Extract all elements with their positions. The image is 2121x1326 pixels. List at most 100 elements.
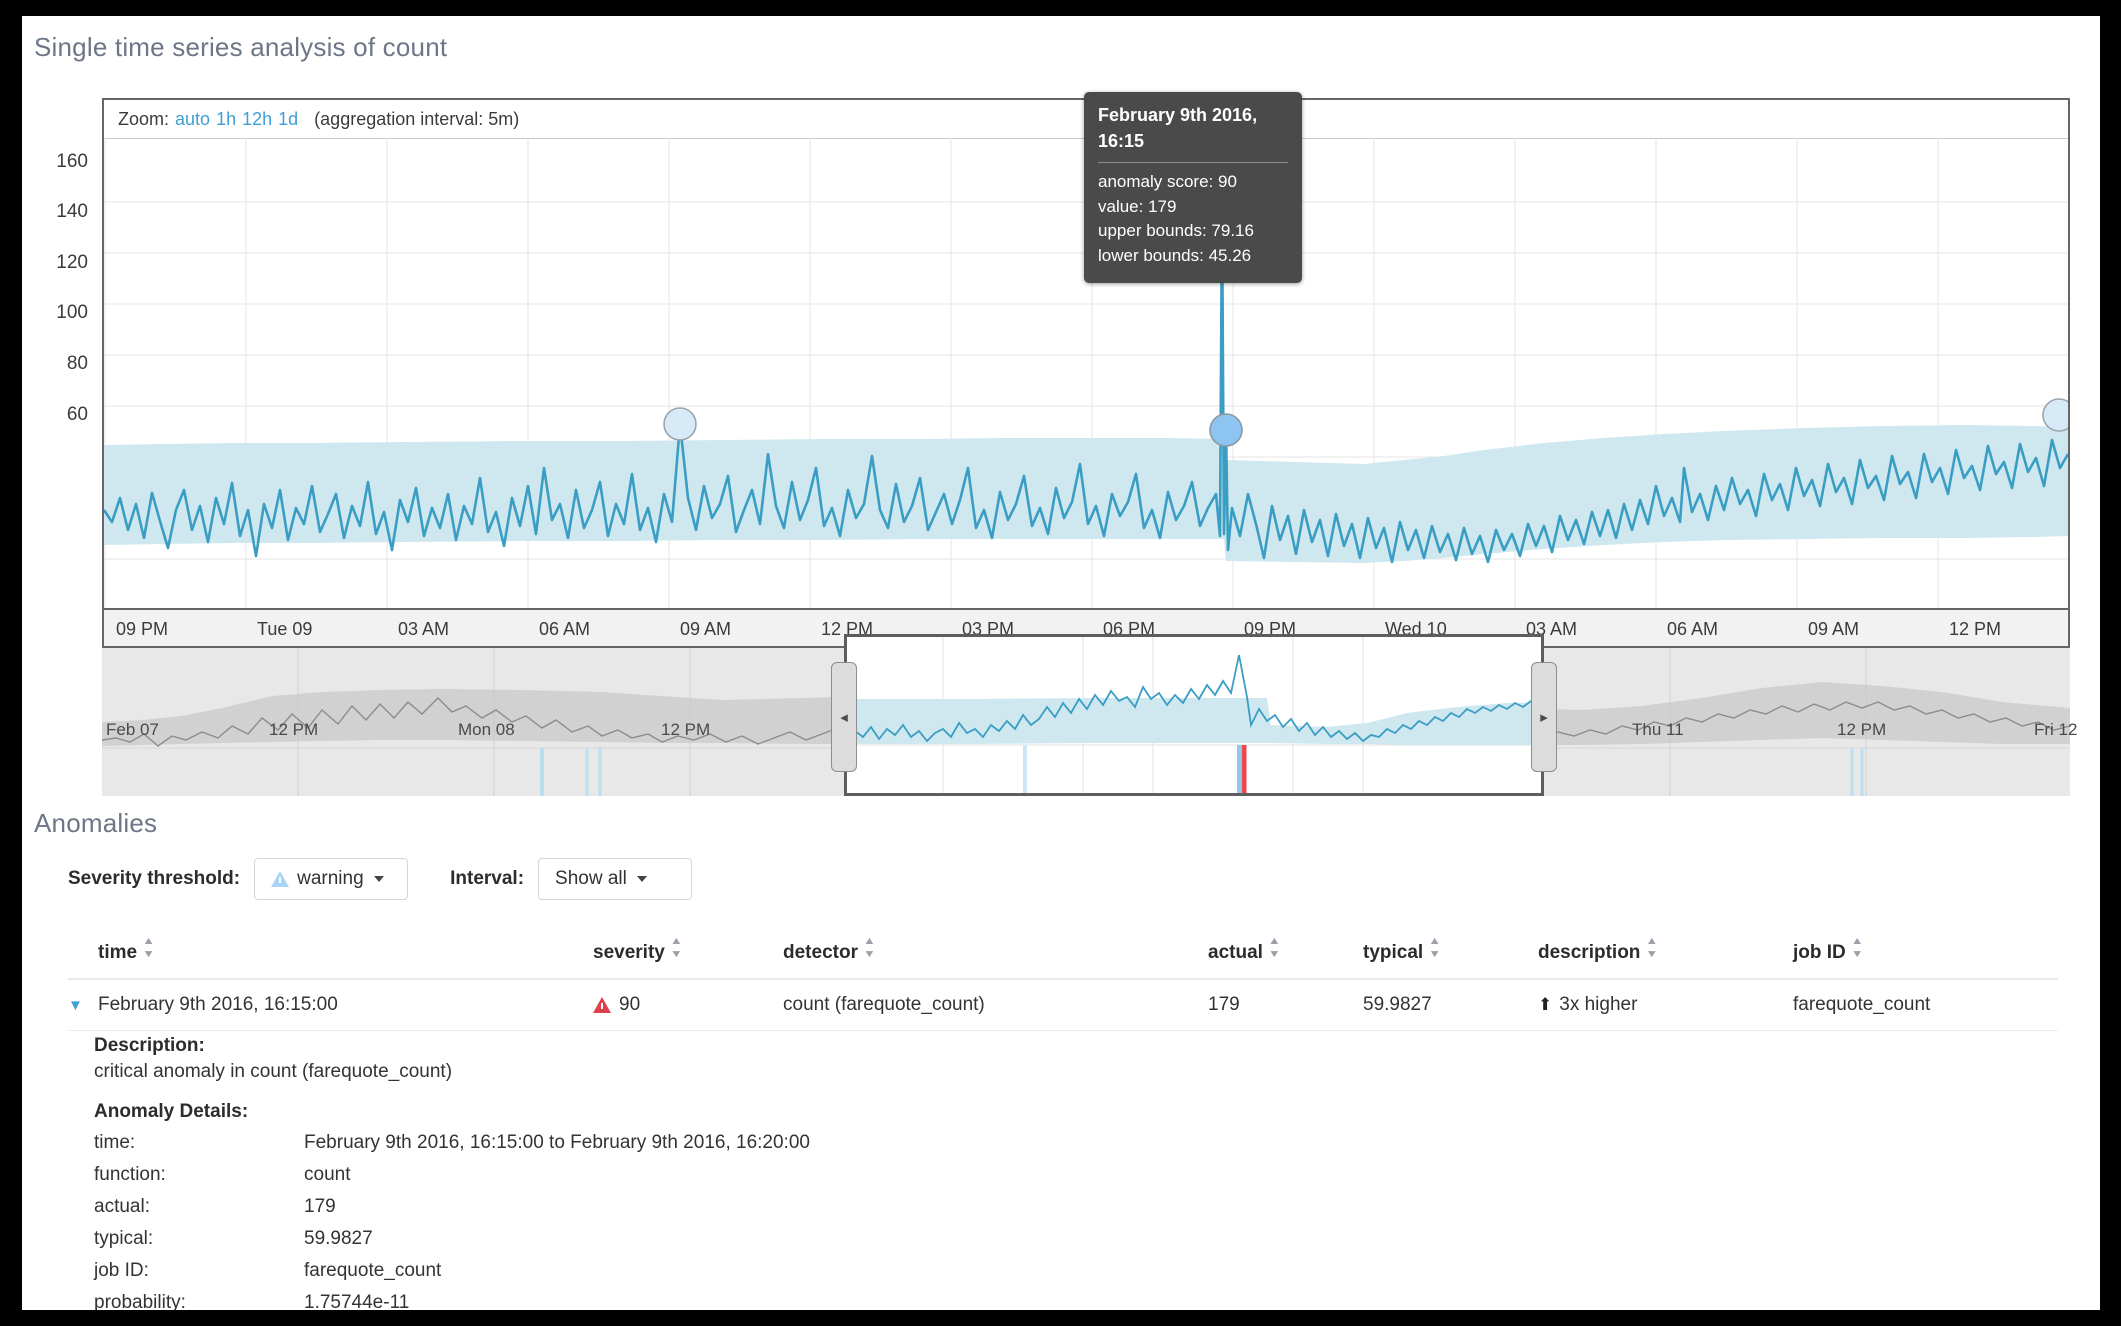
x-tick-12: 09 AM xyxy=(1808,619,1860,639)
sort-icon: ▲ ▼ xyxy=(1267,934,1281,960)
column-header-description[interactable]: description ▲ ▼ xyxy=(1538,928,1793,980)
table-row-detail: Description: critical anomaly in count (… xyxy=(68,1030,2058,1310)
interval-label: Interval: xyxy=(450,868,525,889)
x-tick-13: 12 PM xyxy=(1949,619,2002,639)
ctx-tick-8: Thu 11 xyxy=(1632,720,1684,739)
anomaly-marker-warning-2[interactable] xyxy=(1209,413,1243,447)
ctx-tick-3: 12 PM xyxy=(661,720,711,739)
table-row[interactable]: ▼ February 9th 2016, 16:15:00 90 count (… xyxy=(68,979,2058,1031)
x-tick-11: 06 AM xyxy=(1667,619,1719,639)
severity-threshold-value: warning xyxy=(297,868,364,889)
detail-key-probability: probability: xyxy=(94,1292,186,1310)
column-label-typical: typical xyxy=(1363,942,1424,963)
arrow-up-icon: ⬆ xyxy=(1538,995,1553,1014)
anomaly-marker-warning-3[interactable] xyxy=(2042,398,2068,432)
detail-key-typical: typical: xyxy=(94,1228,154,1249)
detail-key-function: function: xyxy=(94,1164,166,1185)
column-header-severity[interactable]: severity ▲ ▼ xyxy=(593,928,783,980)
brush-handle-right[interactable]: ▸ xyxy=(1531,662,1557,772)
y-tick-160: 160 xyxy=(56,151,88,172)
detail-row-job-id: job ID: farequote_count xyxy=(94,1255,810,1287)
cell-severity: 90 xyxy=(593,979,783,1031)
anomaly-detail-table: time: February 9th 2016, 16:15:00 to Feb… xyxy=(94,1127,810,1310)
ctx-tick-1: 12 PM xyxy=(269,720,319,739)
tooltip-date: February 9th 2016, 16:15 xyxy=(1098,105,1258,152)
detail-value-function: count xyxy=(304,1164,351,1185)
detail-value-typical: 59.9827 xyxy=(304,1228,373,1249)
chevron-down-icon[interactable]: ▼ xyxy=(68,997,94,1014)
severity-threshold-dropdown[interactable]: warning xyxy=(254,858,409,900)
y-axis-labels: 160 140 120 100 80 60 xyxy=(22,98,98,610)
column-header-job-id[interactable]: job ID ▲ ▼ xyxy=(1793,928,2058,980)
ctx-tick-2: Mon 08 xyxy=(458,720,515,739)
detail-value-job-id: farequote_count xyxy=(304,1260,442,1281)
column-label-severity: severity xyxy=(593,942,665,963)
brush-selection-svg xyxy=(847,637,1541,793)
cell-detector: count (farequote_count) xyxy=(783,979,1208,1031)
interval-dropdown[interactable]: Show all xyxy=(538,858,693,900)
description-header: Description: xyxy=(94,1035,205,1056)
cell-typical: 59.9827 xyxy=(1363,979,1538,1031)
column-header-typical[interactable]: typical ▲ ▼ xyxy=(1363,928,1538,980)
expander-column-header xyxy=(68,928,98,980)
row-expander-cell[interactable]: ▼ xyxy=(68,979,98,1031)
anomalies-table: time ▲ ▼ severity ▲ ▼ detector ▲ ▼ actual ▲ ▼ ty… xyxy=(68,928,2058,1310)
zoom-option-1h[interactable]: 1h xyxy=(216,109,236,130)
tooltip-upper-bounds: upper bounds: 79.16 xyxy=(1098,221,1254,241)
detail-value-actual: 179 xyxy=(304,1196,336,1217)
severity-score: 90 xyxy=(619,994,641,1015)
x-tick-0: 09 PM xyxy=(116,619,169,639)
sort-icon: ▲ ▼ xyxy=(669,934,683,960)
column-label-detector: detector xyxy=(783,942,858,963)
tooltip-anomaly-score: anomaly score: 90 xyxy=(1098,172,1237,192)
description-text: 3x higher xyxy=(1559,994,1638,1015)
model-bounds-band xyxy=(104,425,2068,563)
brush-selection-window[interactable] xyxy=(844,634,1544,796)
x-tick-1: Tue 09 xyxy=(257,619,313,639)
x-tick-2: 03 AM xyxy=(398,619,450,639)
sort-icon: ▲ ▼ xyxy=(1850,934,1864,960)
sort-icon: ▲ ▼ xyxy=(142,934,155,960)
brush-handle-left[interactable]: ◂ xyxy=(831,662,857,772)
zoom-option-auto[interactable]: auto xyxy=(175,109,210,130)
zoom-label: Zoom: xyxy=(118,108,170,129)
chevron-down-icon xyxy=(636,876,647,882)
detail-row-time: time: February 9th 2016, 16:15:00 to Feb… xyxy=(94,1127,810,1159)
column-label-time: time xyxy=(98,942,138,963)
table-header-row: time ▲ ▼ severity ▲ ▼ detector ▲ ▼ actual ▲ ▼ ty… xyxy=(68,928,2058,980)
anomalies-controls: Severity threshold: warning Interval: Sh… xyxy=(68,858,693,900)
ctx-tick-0: Feb 07 xyxy=(106,720,159,739)
detail-value-probability: 1.75744e-11 xyxy=(304,1292,410,1310)
context-chart[interactable]: Feb 07 12 PM Mon 08 12 PM Tue 09 12 PM W… xyxy=(102,634,2077,796)
zoom-option-1d[interactable]: 1d xyxy=(278,109,298,130)
y-tick-140: 140 xyxy=(56,201,88,222)
detail-row-typical: typical: 59.9827 xyxy=(94,1223,810,1255)
tooltip-lower-bounds: lower bounds: 45.26 xyxy=(1098,246,1252,266)
x-tick-4: 09 AM xyxy=(680,619,732,639)
cell-job-id: farequote_count xyxy=(1793,979,2058,1031)
anomaly-detail-cell: Description: critical anomaly in count (… xyxy=(68,1030,2058,1310)
ml-single-metric-viewer: Single time series analysis of count 160… xyxy=(22,16,2100,1310)
column-header-time[interactable]: time ▲ ▼ xyxy=(98,928,593,980)
tooltip-divider xyxy=(1098,162,1288,164)
zoom-option-12h[interactable]: 12h xyxy=(242,109,272,130)
cell-actual: 179 xyxy=(1208,979,1363,1031)
detail-key-actual: actual: xyxy=(94,1196,150,1217)
cell-description: ⬆ 3x higher xyxy=(1538,979,1793,1031)
detail-row-probability: probability: 1.75744e-11 xyxy=(94,1287,810,1310)
y-tick-100: 100 xyxy=(56,302,88,323)
severity-threshold-label: Severity threshold: xyxy=(68,868,241,889)
column-header-actual[interactable]: actual ▲ ▼ xyxy=(1208,928,1363,980)
anomaly-marker-warning-1[interactable] xyxy=(663,407,697,441)
x-tick-3: 06 AM xyxy=(539,619,591,639)
focus-chart-panel: Single time series analysis of count 160… xyxy=(22,16,2100,806)
column-header-detector[interactable]: detector ▲ ▼ xyxy=(783,928,1208,980)
ctx-tick-10: Fri 12 xyxy=(2034,720,2078,739)
sort-icon: ▲ ▼ xyxy=(1645,934,1659,960)
y-tick-80: 80 xyxy=(66,353,88,374)
column-label-actual: actual xyxy=(1208,942,1263,963)
anomaly-detail: Description: critical anomaly in count (… xyxy=(68,1035,2058,1310)
aggregation-interval-label: (aggregation interval: 5m) xyxy=(314,108,520,129)
description-body: critical anomaly in count (farequote_cou… xyxy=(94,1061,453,1082)
tooltip-value: value: 179 xyxy=(1098,196,1177,216)
